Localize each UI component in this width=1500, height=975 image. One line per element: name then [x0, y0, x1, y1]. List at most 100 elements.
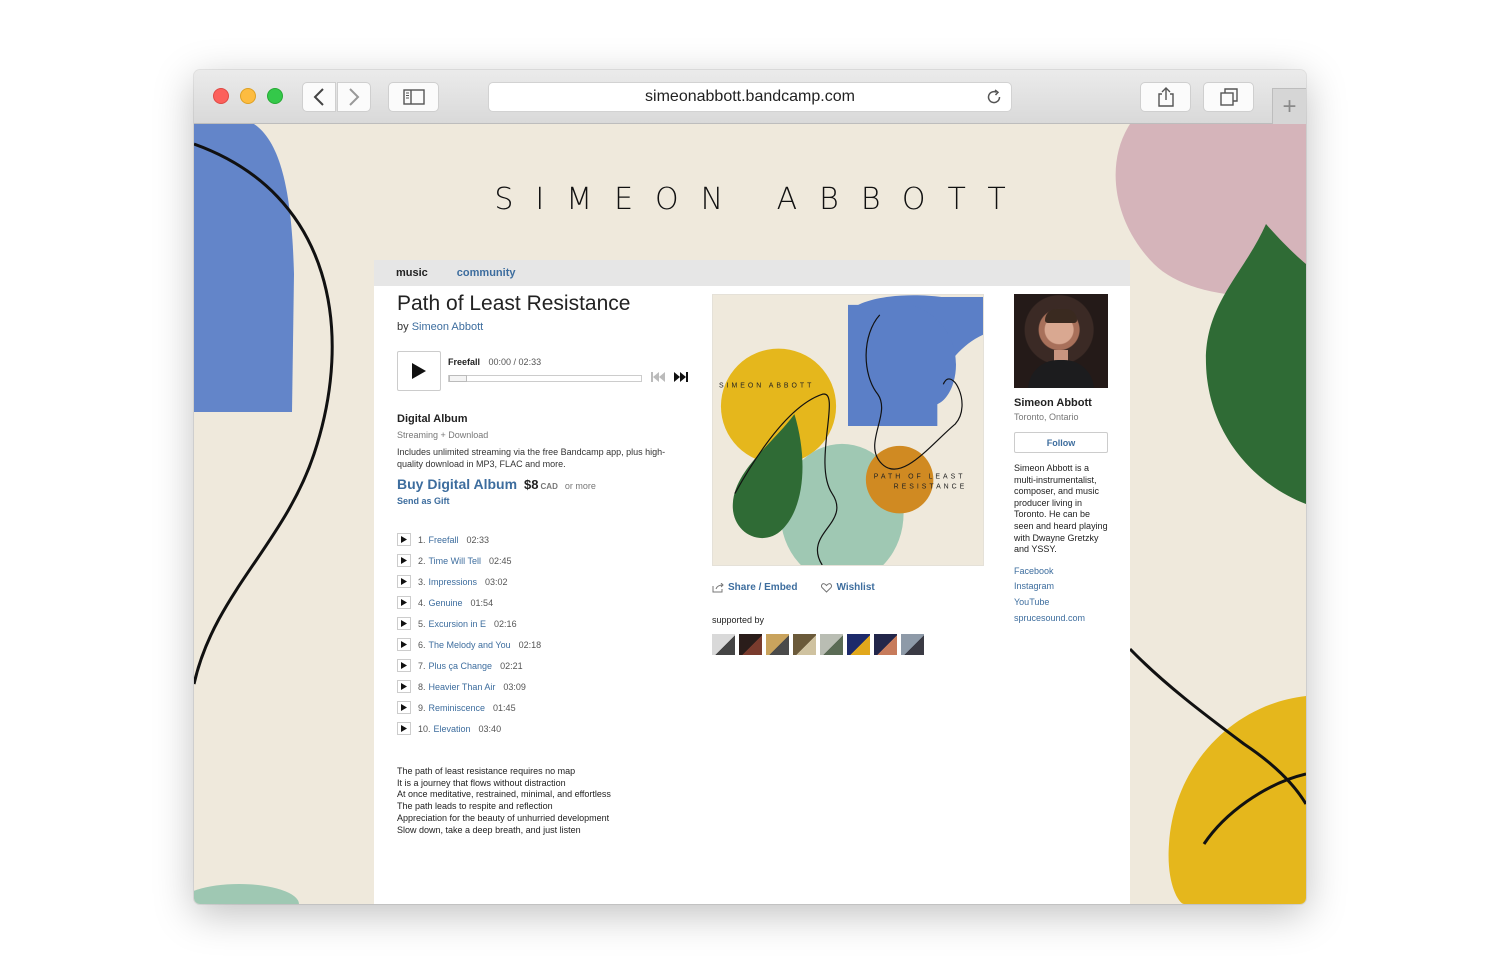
artist-external-link[interactable]: Instagram — [1014, 581, 1108, 597]
track-row[interactable]: 2. Time Will Tell 02:45 — [397, 550, 687, 571]
share-button[interactable] — [1140, 82, 1191, 112]
track-number: 8. — [418, 681, 426, 692]
track-play-button[interactable] — [397, 659, 411, 672]
sidebar-toggle-button[interactable] — [388, 82, 439, 112]
track-row[interactable]: 8. Heavier Than Air 03:09 — [397, 676, 687, 697]
price-currency: CAD — [540, 482, 558, 491]
track-title-link[interactable]: Plus ça Change — [429, 661, 493, 671]
artist-external-link[interactable]: YouTube — [1014, 597, 1108, 613]
supporter-avatar[interactable] — [847, 634, 870, 655]
track-row[interactable]: 9. Reminiscence 01:45 — [397, 697, 687, 718]
artist-banner-title[interactable]: SIMEON ABBOTT — [194, 182, 1306, 217]
share-embed-button[interactable]: Share / Embed — [712, 582, 797, 593]
format-title: Digital Album — [397, 413, 468, 425]
track-duration: 03:02 — [485, 576, 508, 587]
track-play-button[interactable] — [397, 722, 411, 735]
play-icon — [401, 683, 407, 690]
artist-photo[interactable] — [1014, 294, 1108, 388]
next-track-icon[interactable] — [674, 372, 688, 382]
album-art-column: SIMEON ABBOTT PATH OF LEAST RESISTANCE S… — [712, 294, 984, 655]
artist-column: Simeon Abbott Toronto, Ontario Follow Si… — [1014, 294, 1108, 628]
minimize-window-button[interactable] — [240, 88, 256, 104]
supporter-avatar[interactable] — [820, 634, 843, 655]
track-play-button[interactable] — [397, 701, 411, 714]
track-duration: 02:45 — [489, 555, 512, 566]
zoom-window-button[interactable] — [267, 88, 283, 104]
buy-digital-album-button[interactable]: Buy Digital Album — [397, 476, 517, 492]
artist-external-link[interactable]: Facebook — [1014, 566, 1108, 582]
send-as-gift-link[interactable]: Send as Gift — [397, 496, 687, 506]
nav-music[interactable]: music — [396, 267, 428, 279]
album-byline: by Simeon Abbott — [397, 321, 687, 333]
supporter-avatar[interactable] — [901, 634, 924, 655]
track-title-link[interactable]: Heavier Than Air — [429, 682, 496, 692]
address-bar[interactable]: simeonabbott.bandcamp.com — [488, 82, 1012, 112]
track-play-button[interactable] — [397, 596, 411, 609]
track-play-button[interactable] — [397, 638, 411, 651]
wishlist-button[interactable]: Wishlist — [821, 582, 875, 593]
follow-button[interactable]: Follow — [1014, 432, 1108, 453]
by-prefix: by — [397, 321, 409, 333]
track-play-button[interactable] — [397, 554, 411, 567]
track-title-link[interactable]: Time Will Tell — [429, 556, 482, 566]
sidebar-icon — [402, 89, 425, 105]
track-play-button[interactable] — [397, 680, 411, 693]
album-cover[interactable]: SIMEON ABBOTT PATH OF LEAST RESISTANCE — [712, 294, 984, 583]
artist-name[interactable]: Simeon Abbott — [1014, 397, 1108, 409]
audio-player: Freefall 00:00 / 02:33 — [397, 351, 688, 391]
new-tab-button[interactable]: + — [1272, 88, 1306, 124]
play-icon — [401, 641, 407, 648]
track-row[interactable]: 5. Excursion in E 02:16 — [397, 613, 687, 634]
track-row[interactable]: 4. Genuine 01:54 — [397, 592, 687, 613]
supporter-avatar[interactable] — [874, 634, 897, 655]
play-icon — [412, 363, 426, 379]
about-line: The path of least resistance requires no… — [397, 766, 576, 776]
wishlist-label: Wishlist — [836, 582, 875, 593]
nav-community[interactable]: community — [457, 267, 516, 279]
track-row[interactable]: 6. The Melody and You 02:18 — [397, 634, 687, 655]
track-title-link[interactable]: Excursion in E — [429, 619, 487, 629]
progress-bar[interactable] — [448, 375, 642, 382]
track-play-button[interactable] — [397, 575, 411, 588]
tabs-overview-button[interactable] — [1203, 82, 1254, 112]
album-info-column: Path of Least Resistance by Simeon Abbot… — [397, 292, 688, 836]
forward-button[interactable] — [337, 82, 371, 112]
close-window-button[interactable] — [213, 88, 229, 104]
format-description: Includes unlimited streaming via the fre… — [397, 447, 666, 469]
progress-thumb[interactable] — [449, 375, 467, 382]
supporter-avatar[interactable] — [739, 634, 762, 655]
now-playing: Freefall 00:00 / 02:33 — [448, 357, 541, 367]
about-line: Slow down, take a deep breath, and just … — [397, 824, 581, 835]
photo-hair — [1045, 309, 1077, 323]
cover-title-line2: RESISTANCE — [894, 484, 968, 491]
track-title-link[interactable]: Reminiscence — [429, 703, 486, 713]
track-row[interactable]: 10. Elevation 03:40 — [397, 718, 687, 739]
artist-external-link[interactable]: sprucesound.com — [1014, 613, 1108, 629]
track-title-link[interactable]: Impressions — [429, 577, 478, 587]
track-duration: 02:16 — [494, 618, 517, 629]
artist-link[interactable]: Simeon Abbott — [412, 321, 484, 333]
main-play-button[interactable] — [397, 351, 441, 391]
back-button[interactable] — [302, 82, 336, 112]
supporter-avatar[interactable] — [793, 634, 816, 655]
about-line: At once meditative, restrained, minimal,… — [397, 789, 611, 800]
reload-icon[interactable] — [985, 88, 1003, 106]
about-line: Appreciation for the beauty of unhurried… — [397, 812, 610, 823]
track-title-link[interactable]: Genuine — [429, 598, 463, 608]
supporter-avatar[interactable] — [712, 634, 735, 655]
track-row[interactable]: 1. Freefall 02:33 — [397, 529, 687, 550]
track-row[interactable]: 7. Plus ça Change 02:21 — [397, 655, 687, 676]
about-line: The path leads to respite and reflection — [397, 801, 553, 812]
track-title-link[interactable]: Freefall — [429, 535, 459, 545]
track-duration: 01:54 — [470, 597, 494, 608]
track-row[interactable]: 3. Impressions 03:02 — [397, 571, 687, 592]
track-title-link[interactable]: Elevation — [434, 724, 471, 734]
track-play-button[interactable] — [397, 617, 411, 630]
track-play-button[interactable] — [397, 533, 411, 546]
previous-track-icon[interactable] — [651, 372, 665, 382]
supporter-avatar[interactable] — [766, 634, 789, 655]
cover-artist-text: SIMEON ABBOTT — [719, 382, 814, 389]
buy-row: Buy Digital Album $8 CAD or more — [397, 476, 687, 492]
tabs-icon — [1219, 88, 1238, 106]
track-title-link[interactable]: The Melody and You — [429, 640, 511, 650]
